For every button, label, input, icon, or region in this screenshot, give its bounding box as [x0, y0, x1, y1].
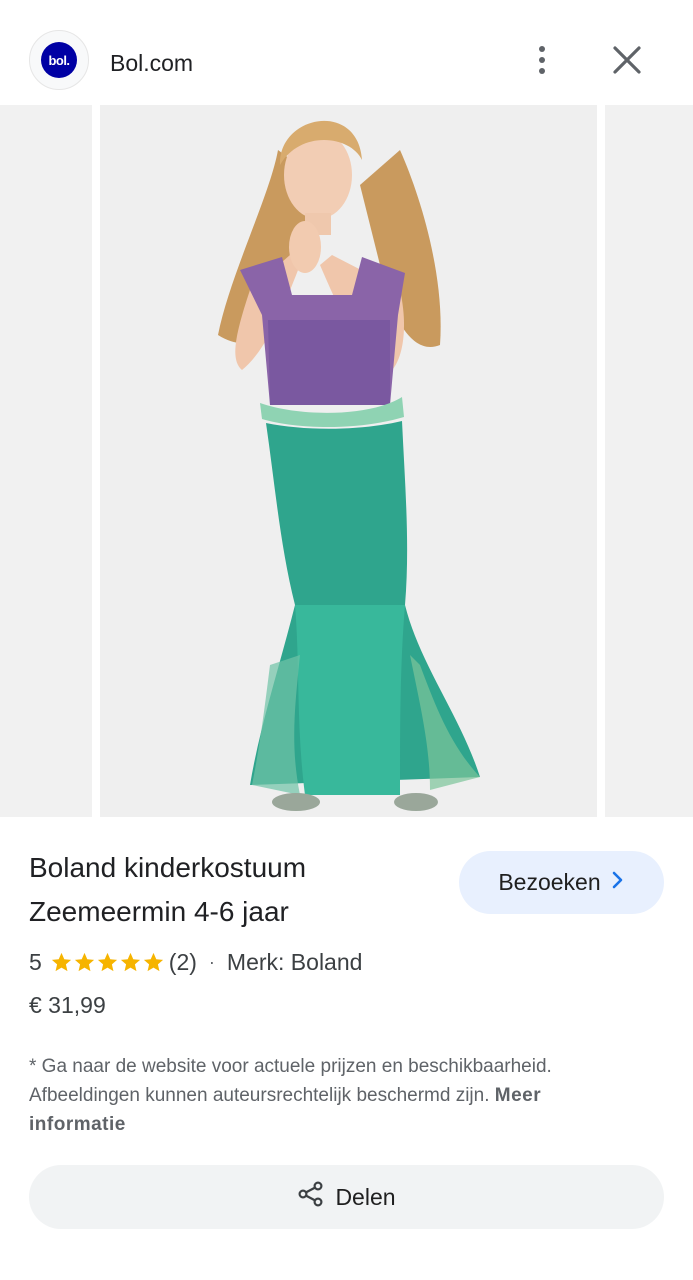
- previous-image[interactable]: [0, 105, 92, 817]
- star-icon: [120, 952, 140, 971]
- menu-dot: [539, 46, 545, 52]
- share-icon: [297, 1180, 325, 1214]
- chevron-right-icon: [611, 869, 625, 896]
- visit-label: Bezoeken: [498, 869, 601, 895]
- menu-dot: [539, 68, 545, 74]
- product-image[interactable]: [100, 105, 597, 817]
- star-icon: [97, 952, 117, 971]
- next-image[interactable]: [605, 105, 693, 817]
- disclaimer: * Ga naar de website voor actuele prijze…: [29, 1052, 589, 1139]
- rating-value: 5: [29, 948, 42, 975]
- site-logo[interactable]: bol.: [29, 30, 89, 90]
- star-icon: [143, 952, 163, 971]
- disclaimer-text: * Ga naar de website voor actuele prijze…: [29, 1056, 552, 1106]
- rating-stars: [50, 951, 165, 974]
- more-vert-icon[interactable]: [520, 38, 564, 82]
- review-count[interactable]: (2): [169, 949, 197, 976]
- menu-dot: [539, 57, 545, 63]
- star-icon: [74, 952, 94, 971]
- visit-button[interactable]: Bezoeken: [459, 851, 664, 914]
- separator-dot: ·: [208, 951, 215, 972]
- product-title: Boland kinderkostuum Zeemeermin 4-6 jaar: [29, 852, 307, 927]
- image-carousel[interactable]: [0, 105, 693, 817]
- bol-logo-mark: bol.: [41, 42, 77, 78]
- share-label: Delen: [335, 1183, 396, 1210]
- star-icon: [51, 952, 71, 971]
- price: € 31,99: [29, 992, 106, 1018]
- brand-label: Merk: Boland: [226, 948, 363, 975]
- share-button[interactable]: Delen: [29, 1165, 664, 1229]
- top-bar: bol. Bol.com: [0, 0, 693, 105]
- rating-row: 5 (2) · Merk: Boland: [29, 945, 362, 979]
- close-icon[interactable]: [605, 38, 649, 82]
- site-name[interactable]: Bol.com: [110, 50, 193, 77]
